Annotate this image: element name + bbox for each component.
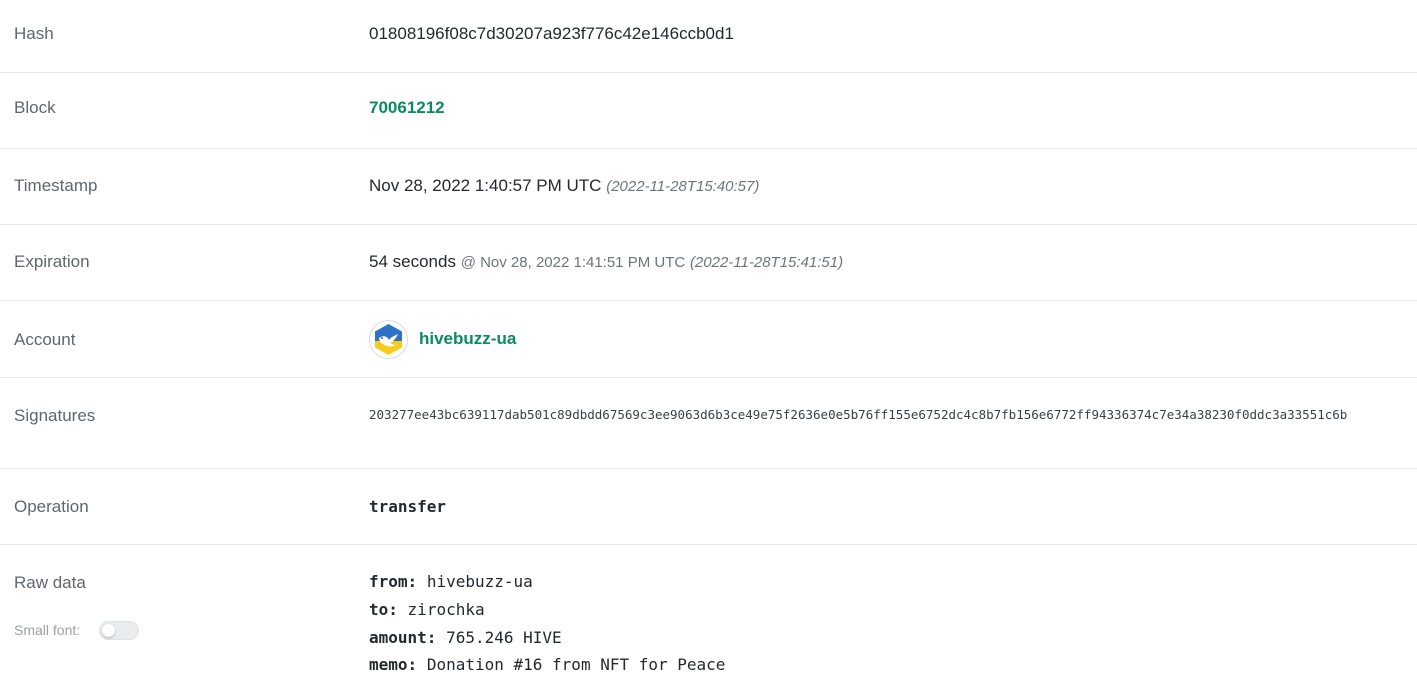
raw-key-from: from (369, 572, 408, 591)
row-hash: Hash 01808196f08c7d30207a923f776c42e146c… (0, 0, 1417, 73)
raw-field-to: to: zirochka (369, 600, 485, 619)
row-operation: Operation transfer (0, 469, 1417, 545)
expiration-at: @ Nov 28, 2022 1:41:51 PM UTC (460, 254, 686, 271)
expiration-value: 54 seconds @ Nov 28, 2022 1:41:51 PM UTC… (369, 252, 843, 272)
raw-value-to: zirochka (407, 600, 485, 619)
timestamp-text: Nov 28, 2022 1:40:57 PM UTC (369, 176, 602, 195)
expiration-iso: (2022-11-28T15:41:51) (689, 254, 844, 271)
block-link[interactable]: 70061212 (369, 98, 445, 118)
raw-field-from: from: hivebuzz-ua (369, 572, 533, 591)
raw-field-memo: memo: Donation #16 from NFT for Peace (369, 655, 725, 674)
row-expiration: Expiration 54 seconds @ Nov 28, 2022 1:4… (0, 225, 1417, 301)
hash-value: 01808196f08c7d30207a923f776c42e146ccb0d1 (369, 24, 734, 43)
expiration-label: Expiration (14, 252, 90, 271)
signature-value: 203277ee43bc639117dab501c89dbdd67569c3ee… (369, 407, 1348, 422)
raw-colon: : (407, 655, 418, 674)
small-font-toggle[interactable] (99, 621, 139, 640)
raw-field-amount: amount: 765.246 HIVE (369, 628, 562, 647)
raw-colon: : (388, 600, 398, 619)
raw-key-to: to (369, 600, 389, 619)
row-signatures: Signatures 203277ee43bc639117dab501c89db… (0, 378, 1417, 469)
toggle-knob (102, 624, 115, 637)
row-timestamp: Timestamp Nov 28, 2022 1:40:57 PM UTC (2… (0, 149, 1417, 225)
row-raw-data: Raw data Small font: from: hivebuzz-ua t… (0, 545, 1417, 682)
signatures-label: Signatures (14, 406, 96, 425)
account-link[interactable]: hivebuzz-ua (419, 329, 516, 349)
hash-label: Hash (14, 24, 54, 43)
dove-ukraine-avatar-icon[interactable] (369, 320, 408, 359)
small-font-label: Small font: (14, 622, 81, 638)
expiration-duration: 54 seconds (369, 252, 456, 271)
raw-key-amount: amount (369, 628, 427, 647)
raw-key-memo: memo (369, 655, 408, 674)
block-label: Block (14, 98, 56, 117)
timestamp-label: Timestamp (14, 176, 98, 195)
account-label: Account (14, 330, 76, 349)
raw-value-from: hivebuzz-ua (426, 572, 533, 591)
raw-data-label: Raw data (14, 573, 86, 592)
raw-colon: : (407, 572, 418, 591)
raw-colon: : (426, 628, 437, 647)
row-account: Account hivebuzz-ua (0, 301, 1417, 378)
operation-value: transfer (369, 497, 447, 516)
row-block: Block 70061212 (0, 73, 1417, 149)
avatar-svg (375, 324, 402, 355)
raw-value-amount: 765.246 HIVE (446, 628, 562, 647)
raw-value-memo: Donation #16 from NFT for Peace (426, 655, 726, 674)
timestamp-iso: (2022-11-28T15:40:57) (606, 178, 760, 195)
timestamp-value: Nov 28, 2022 1:40:57 PM UTC (2022-11-28T… (369, 176, 759, 196)
operation-label: Operation (14, 497, 89, 516)
